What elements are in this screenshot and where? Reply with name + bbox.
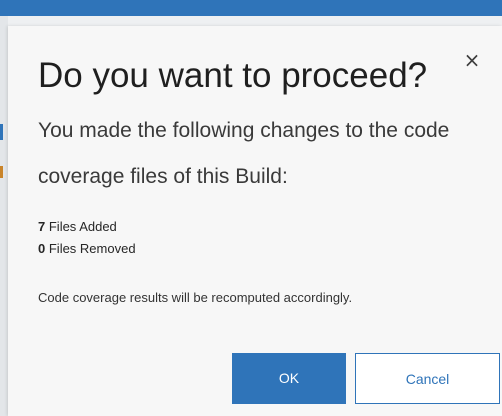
files-removed-row: 0 Files Removed <box>38 238 136 260</box>
ok-button[interactable]: OK <box>232 353 346 404</box>
files-added-label: Files Added <box>48 219 117 234</box>
cancel-button[interactable]: Cancel <box>355 353 500 404</box>
background-header-bar <box>0 0 502 16</box>
files-removed-count: 0 <box>38 241 46 256</box>
background-marker <box>0 124 3 140</box>
background-marker <box>0 166 3 178</box>
dialog-message: You made the following changes to the co… <box>38 119 450 188</box>
files-added-row: 7 Files Added <box>38 216 136 238</box>
files-added-count: 7 <box>38 219 46 234</box>
confirm-dialog: × Do you want to proceed? You made the f… <box>8 26 502 416</box>
dialog-title: Do you want to proceed? <box>38 56 428 95</box>
files-removed-label: Files Removed <box>48 241 136 256</box>
recompute-note: Code coverage results will be recomputed… <box>38 290 353 305</box>
background-page-edge <box>0 16 8 416</box>
change-summary: 7 Files Added 0 Files Removed <box>38 216 136 260</box>
close-icon[interactable]: × <box>460 48 484 72</box>
